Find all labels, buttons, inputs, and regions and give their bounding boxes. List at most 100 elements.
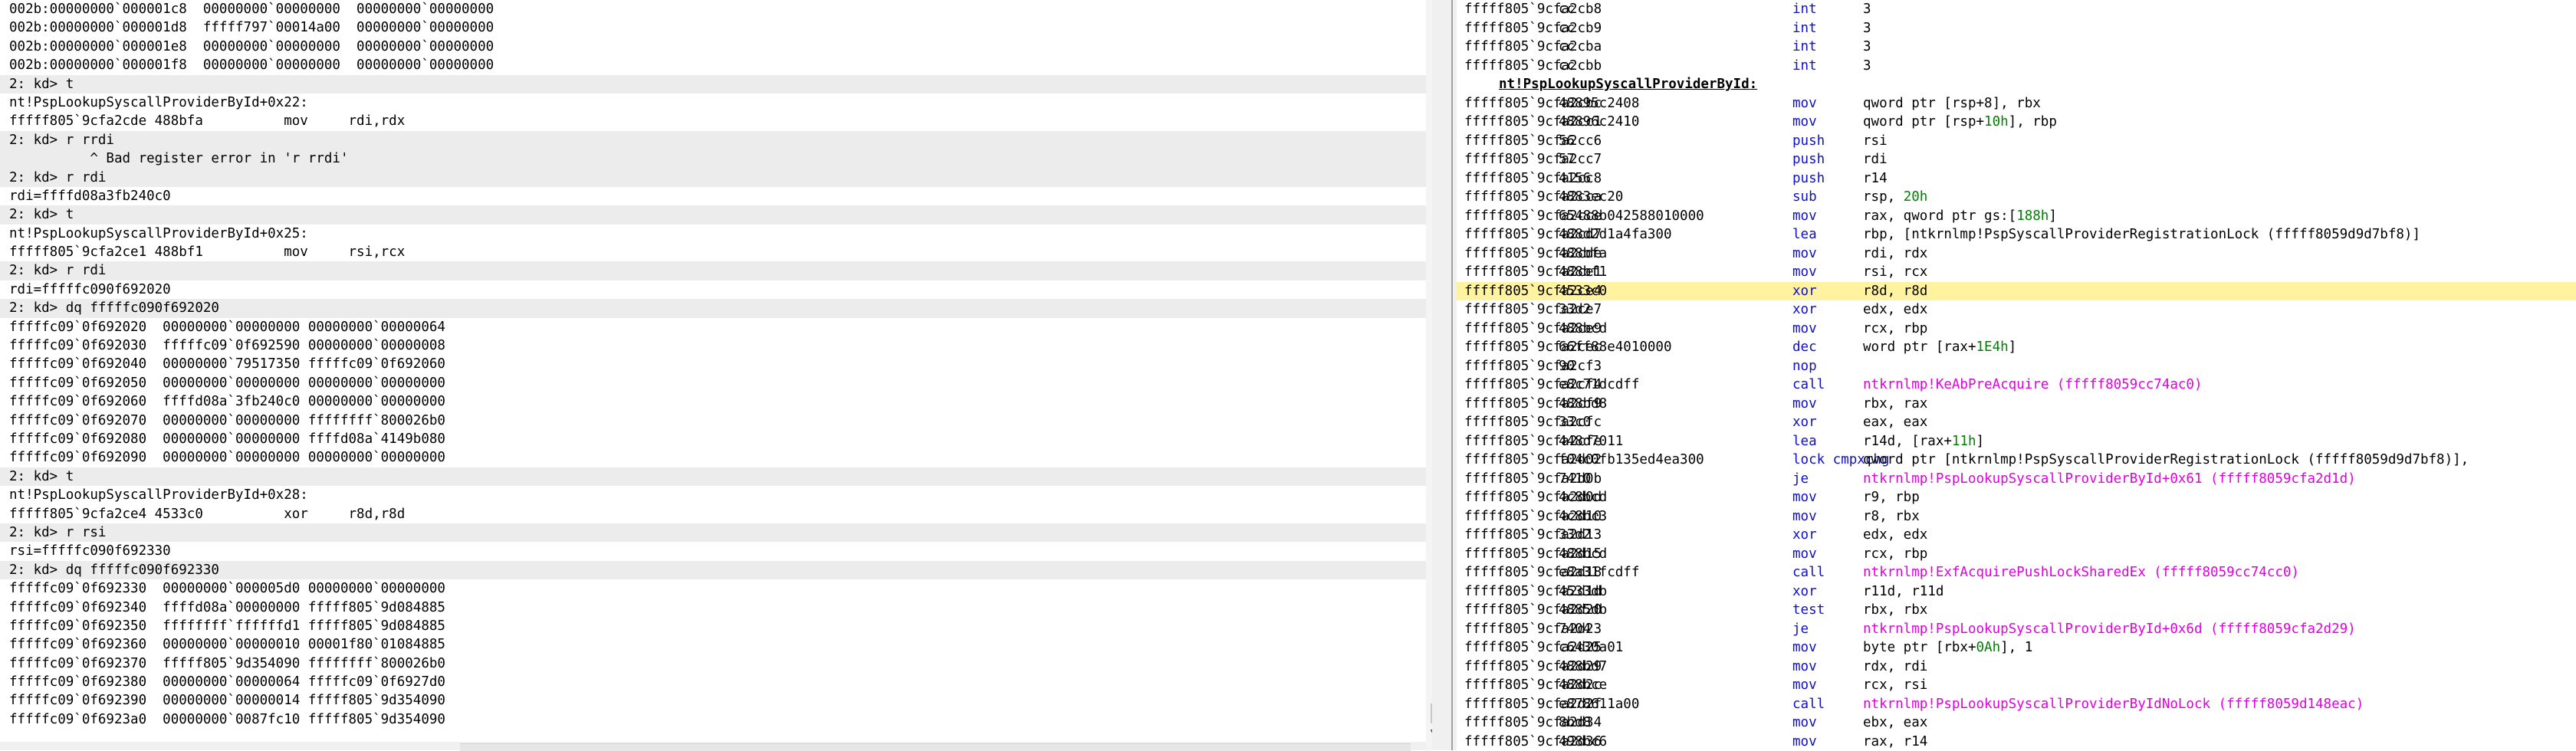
- disassembly-row[interactable]: fffff805`9cfa2d36 498bc6 mov rax, r14: [1457, 733, 2576, 751]
- instruction-mnemonic: mov: [1792, 640, 1817, 655]
- pane-divider: [1451, 0, 1453, 750]
- instruction-mnemonic: dec: [1792, 339, 1817, 355]
- instruction-bytes: 488bfa: [1559, 245, 1608, 261]
- disassembly-row[interactable]: fffff805`9cfa2d2c 488bce mov rcx, rsi: [1457, 676, 2576, 695]
- instruction-mnemonic: int: [1792, 20, 1817, 36]
- instruction-mnemonic: mov: [1792, 733, 1817, 749]
- disassembly-row[interactable]: fffff805`9cfa2cce 65488b042588010000 mov ra…: [1457, 207, 2576, 226]
- instruction-operands: r8d, r8d: [1863, 283, 1928, 299]
- instruction-mnemonic: sub: [1792, 189, 1817, 205]
- instruction-bytes: 65488b042588010000: [1559, 208, 1704, 224]
- instruction-bytes: c6430a01: [1559, 640, 1624, 655]
- disassembly-row[interactable]: fffff805`9cfa2d1d 4533db xor r11d, r11d: [1457, 582, 2576, 602]
- disassembly-row[interactable]: fffff805`9cfa2d18 e8a31fcdff call ntkrnlmp!…: [1457, 563, 2576, 582]
- command-output-line: fffff805`9cfa2cde 488bfa mov rdi,rdx: [9, 113, 406, 130]
- disassembly-row[interactable]: fffff805`9cfa2d20 4885db test rbx, rbx: [1457, 601, 2576, 620]
- instruction-operands: rcx, rsi: [1863, 677, 1928, 693]
- instruction-operands: rdi, rdx: [1863, 245, 1928, 261]
- disassembly-row[interactable]: fffff805`9cfa2cec 66ff88e4010000 dec word p…: [1457, 338, 2576, 357]
- disassembly-row[interactable]: fffff805`9cfa2cb8 cc int 3: [1457, 0, 2576, 19]
- instruction-operands: rax, qword ptr gs:[188h]: [1863, 208, 2057, 224]
- instruction-bytes: cc: [1559, 57, 1576, 74]
- instruction-mnemonic: mov: [1792, 264, 1817, 280]
- instruction-bytes: 4883ec20: [1559, 189, 1624, 205]
- current-instruction-row[interactable]: fffff805`9cfa2ce4 4533c0 xor r8d, r8d: [1457, 281, 2576, 300]
- disassembly-row[interactable]: fffff805`9cfa2ce9 488bcd mov rcx, rbp: [1457, 320, 2576, 339]
- disassembly-row[interactable]: fffff805`9cfa2d0b 7410 je ntkrnlmp!PspLooku…: [1457, 470, 2576, 489]
- disassembly-row[interactable]: fffff805`9cfa2d10 4c8bc3 mov r8, rbx: [1457, 507, 2576, 526]
- instruction-mnemonic: lea: [1792, 227, 1817, 242]
- instruction-bytes: e8a31fcdff: [1559, 565, 1640, 580]
- disassembly-row[interactable]: fffff805`9cfa2cf4 e8c71dcdff call ntkrnlmp!…: [1457, 376, 2576, 395]
- command-window[interactable]: 002b:00000000`000001c8 00000000`00000000…: [0, 0, 1432, 750]
- instruction-address: fffff805`9cfa2cb8: [1464, 2, 1602, 17]
- disassembly-row[interactable]: fffff805`9cfa2cf9 488bd8 mov rbx, rax: [1457, 395, 2576, 414]
- instruction-bytes: 7410: [1559, 471, 1592, 487]
- disassembly-row[interactable]: fffff805`9cfa2d0d 4c8bcd mov r9, rbp: [1457, 488, 2576, 507]
- instruction-mnemonic: xor: [1792, 283, 1817, 299]
- pane-splitter[interactable]: [1432, 0, 1457, 750]
- command-output-line: fffffc09`0f692080 00000000`00000000 ffff…: [9, 431, 445, 447]
- instruction-mnemonic: mov: [1792, 546, 1817, 562]
- disassembly-row[interactable]: fffff805`9cfa2d25 c6430a01 mov byte ptr [rb…: [1457, 638, 2576, 658]
- disassembly-row[interactable]: fffff805`9cfa2cc8 4156 push r14: [1457, 169, 2576, 189]
- disassembly-row[interactable]: fffff805`9cfa2cbb cc int 3: [1457, 57, 2576, 76]
- disassembly-row[interactable]: fffff805`9cfa2cc7 57 push rdi: [1457, 150, 2576, 169]
- disassembly-row[interactable]: fffff805`9cfa2cde 488bfa mov rdi, rdx: [1457, 244, 2576, 264]
- instruction-operands: ntkrnlmp!ExfAcquirePushLockSharedEx (fff…: [1863, 565, 2299, 580]
- disassembly-row[interactable]: fffff805`9cfa2d2f e878611a00 call ntkrnlmp!…: [1457, 695, 2576, 714]
- instruction-mnemonic: je: [1792, 621, 1809, 637]
- disassembly-row[interactable]: fffff805`9cfa2d02 f04c0fb135ed4ea300 lock …: [1457, 451, 2576, 470]
- disassembly-row[interactable]: fffff805`9cfa2d13 33d2 xor edx, edx: [1457, 526, 2576, 545]
- disassembly-row[interactable]: fffff805`9cfa2d34 8bd8 mov ebx, eax: [1457, 713, 2576, 733]
- instruction-bytes: 90: [1559, 358, 1576, 374]
- instruction-operands: qword ptr [ntkrnlmp!PspSyscallProviderRe…: [1863, 452, 2477, 467]
- instruction-operands: ebx, eax: [1863, 715, 1928, 730]
- disassembly-row[interactable]: fffff805`9cfa2cc1 48896c2410 mov qword ptr …: [1457, 113, 2576, 132]
- instruction-operands: r9, rbp: [1863, 490, 1920, 505]
- instruction-mnemonic: mov: [1792, 508, 1817, 524]
- instruction-bytes: 33d2: [1559, 527, 1592, 543]
- instruction-mnemonic: mov: [1792, 395, 1817, 412]
- instruction-bytes: 7404: [1559, 621, 1592, 637]
- instruction-bytes: cc: [1559, 20, 1576, 36]
- disassembly-row[interactable]: fffff805`9cfa2d29 488bd7 mov rdx, rdi: [1457, 658, 2576, 677]
- instruction-bytes: 4885db: [1559, 602, 1608, 618]
- instruction-mnemonic: int: [1792, 39, 1817, 54]
- command-output-line: fffffc09`0f6923a0 00000000`0087fc10 ffff…: [9, 711, 445, 727]
- disassembly-row[interactable]: fffff805`9cfa2cca 4883ec20 sub rsp, 20h: [1457, 188, 2576, 207]
- instruction-operands: 3: [1863, 2, 1871, 17]
- disassembly-row[interactable]: fffff805`9cfa2cb9 cc int 3: [1457, 19, 2576, 38]
- disassembly-row[interactable]: fffff805`9cfa2cba cc int 3: [1457, 38, 2576, 57]
- instruction-bytes: 4156: [1559, 170, 1592, 186]
- disassembly-window[interactable]: fffff805`9cfa2cb8 cc int 3 fffff805`9cfa2cb9…: [1457, 0, 2576, 750]
- disassembly-row[interactable]: fffff805`9cfa2cc6 56 push rsi: [1457, 132, 2576, 151]
- instruction-mnemonic: nop: [1792, 358, 1817, 374]
- disassembly-row[interactable]: fffff805`9cfa2cfc 33c0 xor eax, eax: [1457, 413, 2576, 432]
- command-output-line: fffffc09`0f692050 00000000`00000000 0000…: [9, 375, 445, 391]
- disassembly-row[interactable]: fffff805`9cfa2cbc 48895c2408 mov qword ptr …: [1457, 94, 2576, 113]
- instruction-mnemonic: push: [1792, 133, 1825, 149]
- function-symbol-row[interactable]: nt!PspLookupSyscallProviderById:: [1457, 75, 2576, 94]
- instruction-operands: rcx, rbp: [1863, 320, 1928, 336]
- disassembly-row[interactable]: fffff805`9cfa2d15 488bcd mov rcx, rbp: [1457, 545, 2576, 564]
- instruction-mnemonic: mov: [1792, 490, 1817, 505]
- disassembly-row[interactable]: fffff805`9cfa2cd7 488d2d1a4fa300 lea rbp, […: [1457, 225, 2576, 244]
- command-prompt-line: 2: kd> r rdi: [0, 261, 1432, 280]
- disassembly-row[interactable]: fffff805`9cfa2cf3 90 nop: [1457, 357, 2576, 376]
- instruction-mnemonic: call: [1792, 377, 1825, 392]
- instruction-operands: r8, rbx: [1863, 508, 1920, 524]
- instruction-bytes: 488bd7: [1559, 658, 1608, 674]
- disassembly-row[interactable]: fffff805`9cfa2ce7 33d2 xor edx, edx: [1457, 300, 2576, 320]
- instruction-operands: ntkrnlmp!PspLookupSyscallProviderById+0x…: [1863, 621, 2356, 637]
- disassembly-row[interactable]: fffff805`9cfa2cfe 448d7011 lea r14d, [rax+1…: [1457, 432, 2576, 451]
- command-output-line: fffffc09`0f692090 00000000`00000000 0000…: [9, 450, 445, 466]
- instruction-mnemonic: push: [1792, 170, 1825, 186]
- instruction-mnemonic: call: [1792, 565, 1825, 580]
- command-output: 002b:00000000`000001c8 00000000`00000000…: [0, 0, 1432, 729]
- disassembly-row[interactable]: fffff805`9cfa2ce1 488bf1 mov rsi, rcx: [1457, 263, 2576, 282]
- instruction-mnemonic: mov: [1792, 320, 1817, 336]
- disassembly-row[interactable]: fffff805`9cfa2d23 7404 je ntkrnlmp!PspLooku…: [1457, 620, 2576, 639]
- instruction-bytes: 48896c2410: [1559, 114, 1640, 130]
- instruction-bytes: 8bd8: [1559, 715, 1592, 730]
